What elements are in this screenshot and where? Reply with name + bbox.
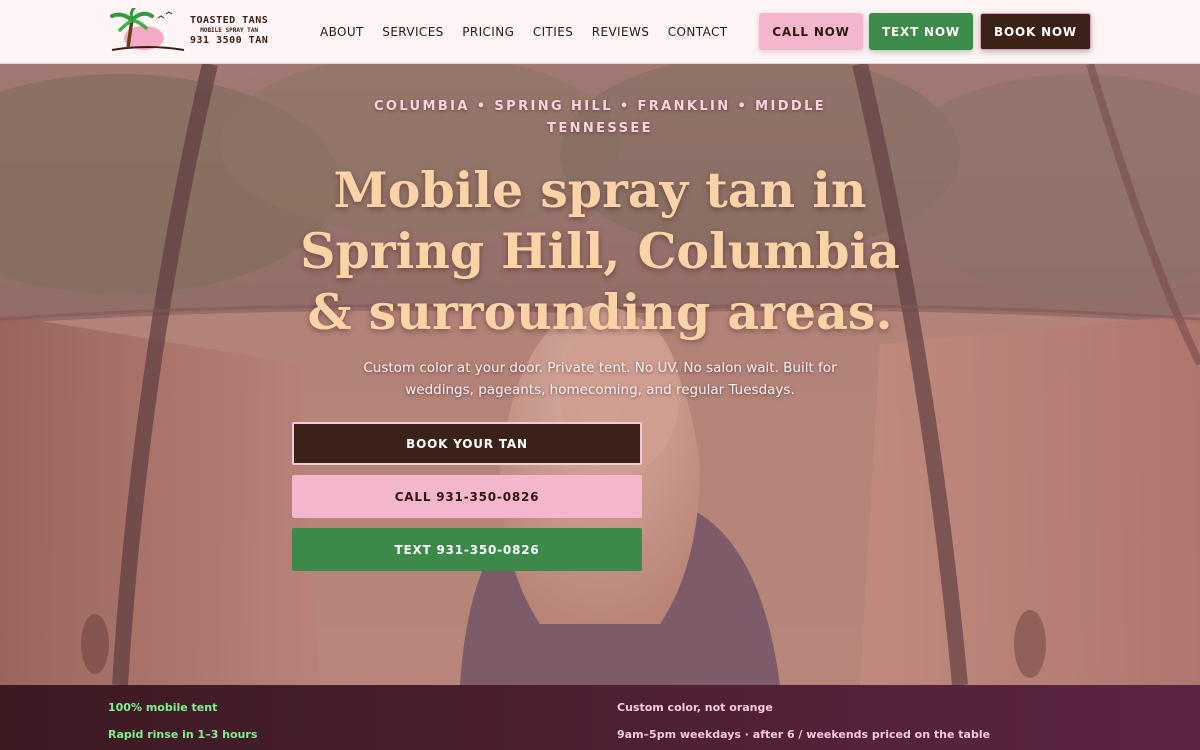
call-now-button[interactable]: CALL NOW [759,13,863,50]
feature-item: 100% mobile tent [108,701,218,714]
site-header: TOASTED TANS MOBILE SPRAY TAN 931 3500 T… [0,0,1200,64]
brand-tagline: MOBILE SPRAY TAN [200,27,259,34]
hero-text-button[interactable]: TEXT 931-350-0826 [292,528,642,571]
hero-eyebrow: COLUMBIA • SPRING HILL • FRANKLIN • MIDD… [373,99,827,136]
hero-subtitle: Custom color at your door. Private tent.… [363,360,837,398]
feature-item: Rapid rinse in 1–3 hours [108,728,258,741]
hero-title: Mobile spray tan in Spring Hill, Columbi… [300,161,900,341]
nav-services[interactable]: SERVICES [382,25,443,39]
brand-wordmark: TOASTED TANS MOBILE SPRAY TAN 931 3500 T… [190,16,268,46]
brand-phone: 931 3500 TAN [190,35,269,46]
feature-item: 9am–5pm weekdays · after 6 / weekends pr… [617,728,991,741]
main-nav: ABOUT SERVICES PRICING CITIES REVIEWS CO… [320,0,746,64]
brand-logo[interactable]: TOASTED TANS MOBILE SPRAY TAN 931 3500 T… [108,8,270,54]
feature-strip: 100% mobile tent Rapid rinse in 1–3 hour… [0,685,1200,750]
hero-call-button[interactable]: CALL 931-350-0826 [292,475,642,518]
palm-tree-logo-icon [110,8,185,51]
brand-name: TOASTED TANS [190,15,269,26]
nav-pricing[interactable]: PRICING [462,25,514,39]
feature-item: Custom color, not orange [617,701,773,714]
book-now-button[interactable]: BOOK NOW [980,13,1091,50]
nav-cities[interactable]: CITIES [533,25,573,39]
nav-about[interactable]: ABOUT [320,25,364,39]
book-your-tan-button[interactable]: BOOK YOUR TAN [292,422,642,465]
nav-reviews[interactable]: REVIEWS [592,25,650,39]
hero-section: COLUMBIA • SPRING HILL • FRANKLIN • MIDD… [0,64,1200,685]
nav-contact[interactable]: CONTACT [668,25,728,39]
text-now-button[interactable]: TEXT NOW [869,13,973,50]
